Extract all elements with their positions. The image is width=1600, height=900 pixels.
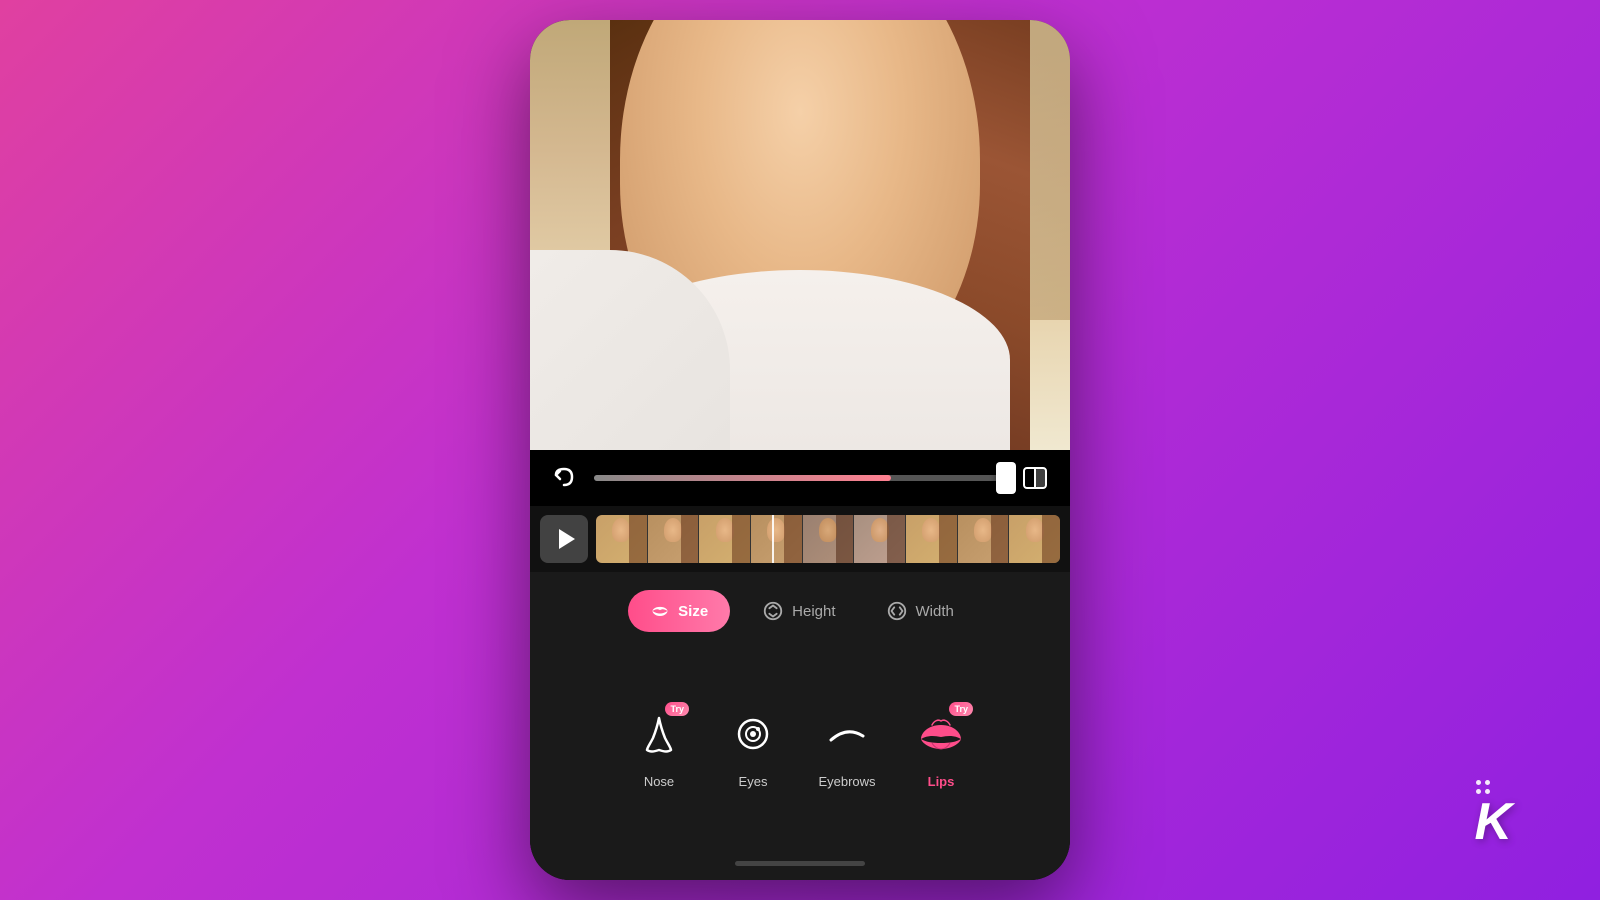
eyes-icon-wrap	[721, 702, 785, 766]
thumbnail-3	[699, 515, 751, 563]
nose-label: Nose	[644, 774, 674, 789]
undo-icon	[552, 465, 578, 491]
thumbnail-4	[751, 515, 803, 563]
thumbnails-container	[596, 515, 1060, 563]
progress-track[interactable]	[594, 475, 1006, 481]
features-row: Try Nose	[530, 636, 1070, 857]
eyes-icon	[731, 712, 775, 756]
nose-try-badge: Try	[665, 702, 689, 716]
bottom-panel: Size Height	[530, 572, 1070, 880]
compare-icon	[1021, 464, 1049, 492]
outer-background: K	[0, 0, 1600, 900]
video-area	[530, 20, 1070, 450]
thumbnail-9	[1009, 515, 1060, 563]
tab-width-label: Width	[916, 603, 954, 620]
undo-button[interactable]	[548, 461, 582, 495]
tab-height-label: Height	[792, 603, 835, 620]
lips-icon-wrap: Try	[909, 702, 973, 766]
thumbnail-8	[958, 515, 1010, 563]
eyes-label: Eyes	[739, 774, 768, 789]
lips-label: Lips	[928, 774, 955, 789]
play-button[interactable]	[540, 515, 588, 563]
tab-size-label: Size	[678, 603, 708, 620]
home-indicator	[530, 857, 1070, 880]
thumbnail-2	[648, 515, 700, 563]
thumbnail-5	[803, 515, 855, 563]
play-icon	[559, 529, 575, 549]
compare-button[interactable]	[1018, 461, 1052, 495]
height-tab-icon	[762, 600, 784, 622]
nose-icon-wrap: Try	[627, 702, 691, 766]
lips-tab-icon	[650, 601, 670, 621]
tab-height[interactable]: Height	[744, 590, 853, 632]
feature-eyebrows[interactable]: Eyebrows	[815, 702, 879, 789]
progress-fill	[594, 475, 891, 481]
lips-try-badge: Try	[949, 702, 973, 716]
width-tab-icon	[886, 600, 908, 622]
brand-logo-area: K	[1474, 780, 1512, 848]
home-bar	[735, 861, 865, 866]
feature-nose[interactable]: Try Nose	[627, 702, 691, 789]
eyebrows-icon	[823, 718, 871, 750]
feature-lips[interactable]: Try Lips	[909, 702, 973, 789]
tab-row: Size Height	[530, 572, 1070, 632]
feature-eyes[interactable]: Eyes	[721, 702, 785, 789]
eyebrows-label: Eyebrows	[818, 774, 875, 789]
progress-thumb[interactable]	[996, 462, 1016, 494]
thumbnail-6	[854, 515, 906, 563]
thumbnail-7	[906, 515, 958, 563]
lips-feature-icon	[916, 715, 966, 753]
brand-dots	[1476, 780, 1490, 794]
playhead-marker	[772, 515, 774, 563]
nose-icon	[639, 712, 679, 756]
timeline-strip	[530, 506, 1070, 572]
scrubber-area	[530, 450, 1070, 506]
thumbnail-1	[596, 515, 648, 563]
phone-container: Size Height	[530, 20, 1070, 880]
tab-width[interactable]: Width	[868, 590, 972, 632]
tab-size[interactable]: Size	[628, 590, 730, 632]
eyebrows-icon-wrap	[815, 702, 879, 766]
brand-k-letter: K	[1474, 796, 1512, 848]
